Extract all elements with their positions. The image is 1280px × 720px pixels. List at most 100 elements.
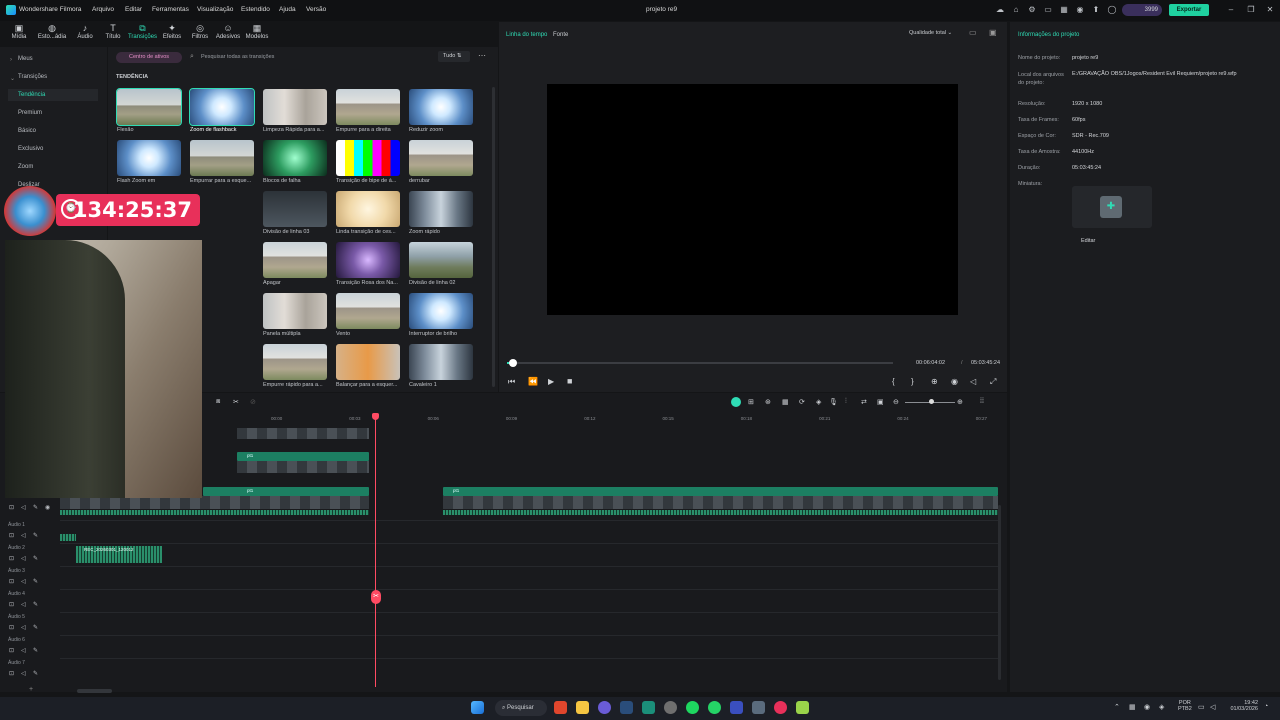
lock-icon[interactable]: ⊡	[9, 601, 14, 608]
menu-editar[interactable]: Editar	[125, 6, 142, 13]
cloud-icon[interactable]: ☁	[995, 5, 1005, 15]
timeline-horizontal-scrollbar[interactable]	[77, 689, 112, 693]
frame-back-icon[interactable]: ⏪	[528, 377, 538, 386]
transition-thumbnail[interactable]	[263, 89, 327, 125]
menu-visualizacao[interactable]: Visualização	[197, 6, 233, 13]
discord-icon[interactable]	[598, 701, 611, 714]
transition-thumbnail[interactable]	[409, 293, 473, 329]
export-button[interactable]: Exportar	[1169, 4, 1209, 16]
maximize-icon[interactable]: ❐	[1246, 5, 1256, 15]
lock-icon[interactable]: ⊡	[9, 647, 14, 654]
zoom-in-icon[interactable]: ⊕	[957, 398, 963, 406]
app-icon[interactable]	[730, 701, 743, 714]
layout-icon[interactable]: ▭	[1043, 5, 1053, 15]
menu-ferramentas[interactable]: Ferramentas	[152, 6, 189, 13]
transition-thumbnail[interactable]	[336, 344, 400, 380]
transition-thumbnail[interactable]	[263, 293, 327, 329]
tray-app-icon[interactable]: ◉	[1144, 703, 1150, 711]
zoom-slider-handle[interactable]	[929, 399, 934, 404]
sync-icon[interactable]: ⊛	[765, 398, 771, 406]
edit-track-icon[interactable]: ✎	[33, 670, 38, 677]
obs-icon[interactable]	[664, 701, 677, 714]
filmora-taskbar-icon[interactable]	[642, 701, 655, 714]
audio-clip[interactable]	[60, 534, 76, 541]
clock[interactable]: 19:42 01/03/2026	[1228, 700, 1258, 712]
edit-track-icon[interactable]: ✎	[33, 504, 38, 511]
delete-icon[interactable]: ⊘	[250, 398, 256, 406]
gift-icon[interactable]: ⌂	[1011, 5, 1021, 15]
lock-icon[interactable]: ⊡	[9, 504, 14, 511]
timeline-playhead[interactable]	[375, 414, 376, 687]
category-premium[interactable]: Premium	[18, 110, 42, 116]
ai-assist-icon[interactable]	[731, 397, 741, 407]
whatsapp-icon[interactable]	[708, 701, 721, 714]
transition-thumbnail[interactable]	[189, 88, 255, 126]
tab-title[interactable]: T Título	[102, 23, 124, 45]
transition-thumbnail[interactable]	[116, 88, 182, 126]
edit-track-icon[interactable]: ✎	[33, 532, 38, 539]
tray-arrow-icon[interactable]: ⌃	[1114, 703, 1120, 711]
tab-source-preview[interactable]: Fonte	[553, 32, 568, 38]
lock-icon[interactable]: ⊡	[9, 670, 14, 677]
mark-in-icon[interactable]: {	[892, 377, 895, 386]
tab-media[interactable]: ▣ Mídia	[8, 23, 30, 45]
zoom-out-icon[interactable]: ⊖	[893, 398, 899, 406]
video-clip-thumbnails[interactable]	[237, 461, 369, 473]
transition-thumbnail[interactable]	[117, 140, 181, 176]
edit-track-icon[interactable]: ✎	[33, 647, 38, 654]
grid-scrollbar[interactable]	[492, 87, 495, 387]
mute-icon[interactable]: ◁	[21, 578, 26, 585]
mixer-icon[interactable]: ⫶	[845, 398, 847, 406]
transition-thumbnail[interactable]	[336, 89, 400, 125]
tray-app-icon[interactable]: ◈	[1159, 703, 1164, 711]
language-indicator[interactable]: POR PTB2	[1178, 700, 1192, 712]
compare-icon[interactable]: ▭	[969, 28, 977, 37]
transition-thumbnail[interactable]	[263, 344, 327, 380]
video-clip[interactable]: pt1	[237, 452, 369, 461]
audio-clip[interactable]: REC_20260301_120012	[76, 546, 162, 563]
edit-thumbnail-button[interactable]: Editar	[1081, 238, 1095, 244]
split-scissors-icon[interactable]: ✂	[371, 590, 381, 604]
menu-ajuda[interactable]: Ajuda	[279, 6, 296, 13]
zoom-preview-icon[interactable]: ⊕	[931, 377, 938, 386]
asset-center-button[interactable]: Centro de ativos	[116, 52, 182, 63]
category-tendencia[interactable]: Tendência	[18, 92, 45, 98]
tab-timeline-preview[interactable]: Linha do tempo	[506, 32, 547, 38]
volume-icon[interactable]: ◁	[970, 377, 976, 386]
mute-icon[interactable]: ◁	[21, 647, 26, 654]
thumbnail-preview[interactable]: ✚	[1072, 186, 1152, 228]
transition-thumbnail[interactable]	[190, 140, 254, 176]
transition-thumbnail[interactable]	[409, 89, 473, 125]
transition-thumbnail[interactable]	[409, 191, 473, 227]
edit-track-icon[interactable]: ✎	[33, 624, 38, 631]
tab-filters[interactable]: ◎ Filtros	[188, 23, 212, 45]
mute-icon[interactable]: ◁	[21, 532, 26, 539]
playhead-handle[interactable]	[508, 359, 517, 367]
app-icon[interactable]	[796, 701, 809, 714]
close-icon[interactable]: ✕	[1265, 5, 1275, 15]
volume-tray-icon[interactable]: ◁	[1210, 703, 1215, 711]
mute-icon[interactable]: ◁	[21, 601, 26, 608]
network-icon[interactable]: ▭	[1198, 703, 1205, 711]
video-clip[interactable]: pt1	[443, 487, 998, 496]
filter-dropdown[interactable]: Tudo ⇅	[438, 51, 470, 62]
category-zoom[interactable]: Zoom	[18, 164, 33, 170]
lock-icon[interactable]: ⊡	[9, 624, 14, 631]
speed-icon[interactable]: ⟳	[799, 398, 805, 406]
playback-progress-track[interactable]	[507, 362, 893, 364]
quality-dropdown[interactable]: Qualidade total ⌄	[909, 30, 952, 36]
app-icon[interactable]	[752, 701, 765, 714]
lock-icon[interactable]: ⊡	[9, 555, 14, 562]
tab-stickers[interactable]: ☺ Adesivos	[214, 23, 242, 45]
transition-thumbnail[interactable]	[409, 344, 473, 380]
playhead-top-handle[interactable]	[372, 413, 379, 420]
transition-thumbnail[interactable]	[336, 140, 400, 176]
file-explorer-icon[interactable]	[576, 701, 589, 714]
tab-transitions[interactable]: ⧉ Transições	[127, 23, 158, 45]
snapshot-camera-icon[interactable]: ◉	[951, 377, 958, 386]
render-icon[interactable]: ▦	[782, 398, 789, 406]
mark-out-icon[interactable]: }	[911, 377, 914, 386]
tab-audio[interactable]: ♪ Áudio	[74, 23, 96, 45]
minimize-icon[interactable]: –	[1226, 5, 1236, 15]
mute-icon[interactable]: ◁	[21, 555, 26, 562]
